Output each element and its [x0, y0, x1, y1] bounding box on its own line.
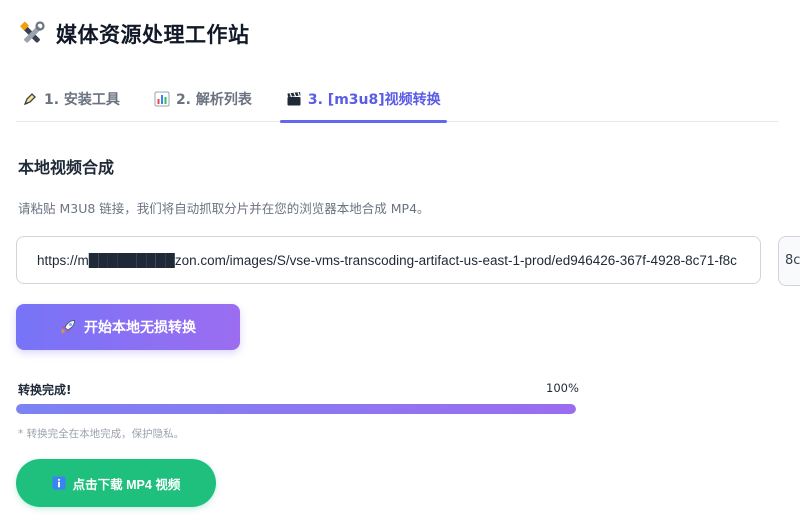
download-mp4-label: 点击下载 MP4 视频	[72, 477, 181, 492]
tab-parse-list[interactable]: 2. 解析列表	[148, 76, 258, 122]
rocket-icon	[60, 319, 76, 335]
progress-bar	[16, 404, 576, 414]
progress-bar-fill	[16, 404, 576, 414]
section-description: 请粘贴 M3U8 链接，我们将自动抓取分片并在您的浏览器本地合成 MP4。	[18, 201, 430, 216]
tab-label: 2. 解析列表	[175, 92, 252, 108]
page-title: 媒体资源处理工作站	[56, 23, 250, 47]
progress-percent: 100%	[546, 381, 579, 395]
tab-bar: 1. 安装工具 2. 解析列表 3. [m3u8]视频转换	[16, 76, 778, 123]
m3u8-url-input[interactable]	[16, 236, 761, 284]
tab-m3u8-convert[interactable]: 3. [m3u8]视频转换	[279, 76, 447, 123]
tab-install-tools[interactable]: 1. 安装工具	[16, 76, 126, 122]
download-mp4-button[interactable]: 点击下载 MP4 视频	[16, 459, 216, 507]
progress-status: 转换完成!	[18, 383, 72, 397]
tab-label: 1. 安装工具	[44, 92, 120, 108]
start-convert-label: 开始本地无损转换	[84, 319, 196, 335]
clapperboard-icon	[286, 91, 302, 107]
pen-tool-icon	[22, 91, 38, 107]
tools-icon	[18, 20, 46, 48]
info-icon	[52, 476, 66, 490]
app-header: 媒体资源处理工作站	[18, 14, 250, 54]
privacy-note: * 转换完全在本地完成，保护隐私。	[18, 428, 185, 440]
bar-chart-icon	[154, 91, 170, 107]
tab-label: 3. [m3u8]视频转换	[307, 92, 441, 108]
section-title: 本地视频合成	[18, 158, 115, 177]
side-panel-edge[interactable]: 8c	[778, 236, 800, 286]
start-convert-button[interactable]: 开始本地无损转换	[16, 304, 240, 350]
